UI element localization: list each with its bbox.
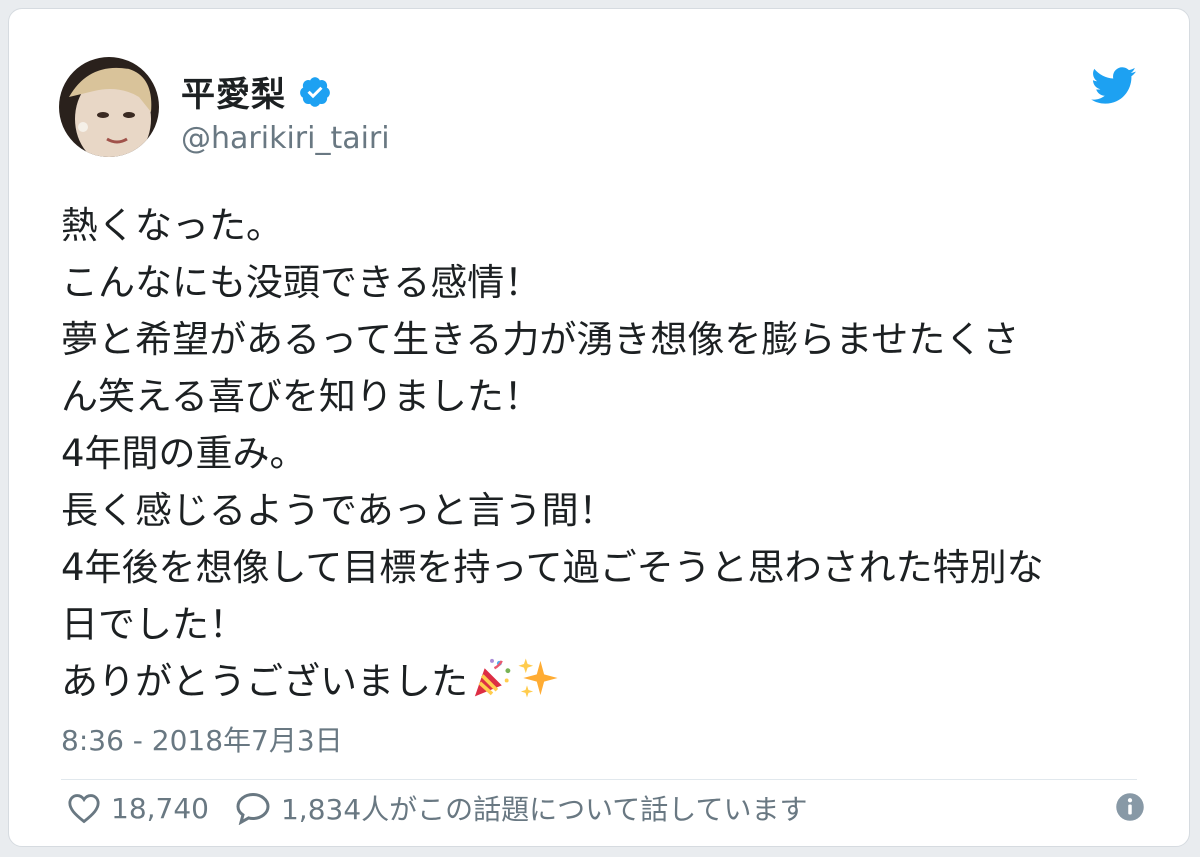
reply-bubble-icon — [236, 792, 270, 825]
heart-icon — [68, 794, 100, 824]
like-button[interactable]: 18,740 — [67, 792, 209, 825]
tweet-line: 長く感じるようであっと言う間！ — [61, 489, 616, 532]
party-popper-icon — [470, 656, 514, 716]
twitter-bird-icon[interactable] — [1091, 67, 1137, 105]
conversation-button[interactable]: 1,834人がこの話題について話しています — [235, 788, 807, 828]
tweet-text: 熱くなった。 こんなにも没頭できる感情！ 夢と希望があるって生きる力が湧き想像を… — [61, 197, 1161, 716]
tweet-line-last: ありがとうございました — [61, 653, 1161, 716]
tweet-card: 平愛梨 @harikiri_tairi 熱くなった。 こんなにも没頭できる感情！… — [8, 8, 1190, 847]
avatar[interactable] — [59, 57, 159, 157]
sparkles-icon — [516, 656, 560, 716]
tweet-line: 熱くなった。 — [61, 204, 283, 247]
author-handle[interactable]: @harikiri_tairi — [181, 121, 390, 156]
tweet-line: 4年後を想像して目標を持って過ごそうと思わされた特別な — [61, 546, 1044, 589]
tweet-line: 4年間の重み。 — [61, 432, 307, 475]
tweet-line: こんなにも没頭できる感情！ — [61, 261, 542, 304]
tweet-line: 日でした！ — [61, 603, 246, 646]
conversation-text: 1,834人がこの話題について話しています — [280, 793, 808, 826]
tweet-line: 夢と希望があるって生きる力が湧き想像を膨らませたくさ — [61, 318, 1020, 361]
tweet-line: ん笑える喜びを知りました！ — [61, 375, 541, 418]
author-name[interactable]: 平愛梨 — [181, 67, 286, 116]
divider — [61, 779, 1137, 780]
tweet-timestamp[interactable]: 8:36 - 2018年7月3日 — [61, 719, 343, 759]
verified-badge-icon — [300, 76, 330, 107]
tweet-line: ありがとうございました — [61, 660, 468, 703]
tweet-actions: 18,740 1,834人がこの話題について話しています — [67, 785, 807, 831]
avatar-image — [59, 57, 159, 157]
like-count: 18,740 — [111, 791, 209, 825]
info-icon[interactable] — [1115, 792, 1145, 822]
